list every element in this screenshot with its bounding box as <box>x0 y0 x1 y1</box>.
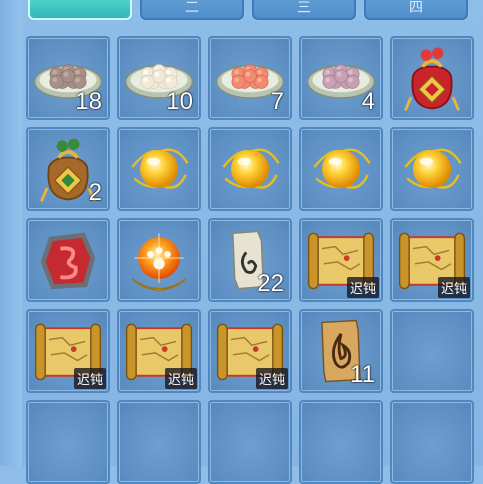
inventory-slot[interactable]: 迟钝 <box>26 309 110 393</box>
tab-label: 四 <box>409 0 423 15</box>
gold-orb-icon <box>222 148 280 189</box>
gold-orb-icon <box>131 148 189 189</box>
tab-label: 二 <box>185 0 199 15</box>
item-count: 4 <box>361 88 375 115</box>
tab-label: 三 <box>297 0 311 15</box>
inventory-slot[interactable]: 2 <box>26 127 110 211</box>
inventory-slot[interactable]: 迟钝 <box>117 309 201 393</box>
inventory-slot[interactable]: 迟钝 <box>208 309 292 393</box>
item-count: 7 <box>270 88 284 115</box>
inventory-slot[interactable]: 4 <box>299 36 383 120</box>
inventory-slot[interactable] <box>299 400 383 484</box>
inventory-slot[interactable]: 10 <box>117 36 201 120</box>
lucky-bag-red-icon <box>404 47 460 111</box>
status-tag: 迟钝 <box>437 277 470 298</box>
item-count: 18 <box>75 88 102 115</box>
tab-4[interactable]: 四 <box>364 0 468 20</box>
status-tag: 迟钝 <box>164 368 197 389</box>
inventory-slot[interactable]: 迟钝 <box>390 218 474 302</box>
inventory-slot[interactable]: 18 <box>26 36 110 120</box>
inventory-slot[interactable] <box>117 400 201 484</box>
inventory-slot[interactable] <box>299 127 383 211</box>
inventory-slot[interactable]: 迟钝 <box>299 218 383 302</box>
inventory-slot[interactable]: 7 <box>208 36 292 120</box>
tab-1[interactable] <box>28 0 132 20</box>
red-rune-stone-icon <box>40 232 96 290</box>
inventory-slot[interactable]: 11 <box>299 309 383 393</box>
status-tag: 迟钝 <box>73 368 106 389</box>
gold-orb-icon <box>404 148 462 189</box>
tab-3[interactable]: 三 <box>252 0 356 20</box>
inventory-slot[interactable] <box>26 218 110 302</box>
inventory-slot[interactable] <box>390 309 474 393</box>
inventory-slot[interactable] <box>208 400 292 484</box>
inventory-slot[interactable]: 22 <box>208 218 292 302</box>
item-count: 10 <box>166 88 193 115</box>
inventory-slot[interactable] <box>117 218 201 302</box>
inventory-slot[interactable] <box>390 400 474 484</box>
item-count: 2 <box>88 179 102 206</box>
item-count: 11 <box>350 361 375 388</box>
inventory-slot[interactable] <box>390 36 474 120</box>
tab-2[interactable]: 二 <box>140 0 244 20</box>
paw-orb-icon <box>131 233 187 292</box>
status-tag: 迟钝 <box>255 368 288 389</box>
inventory-slot[interactable] <box>117 127 201 211</box>
gold-orb-icon <box>313 148 371 189</box>
left-panel-edge <box>0 0 22 466</box>
item-count: 22 <box>257 270 284 297</box>
inventory-slot[interactable] <box>26 400 110 484</box>
inventory-slot[interactable] <box>390 127 474 211</box>
inventory-slot[interactable] <box>208 127 292 211</box>
status-tag: 迟钝 <box>346 277 379 298</box>
